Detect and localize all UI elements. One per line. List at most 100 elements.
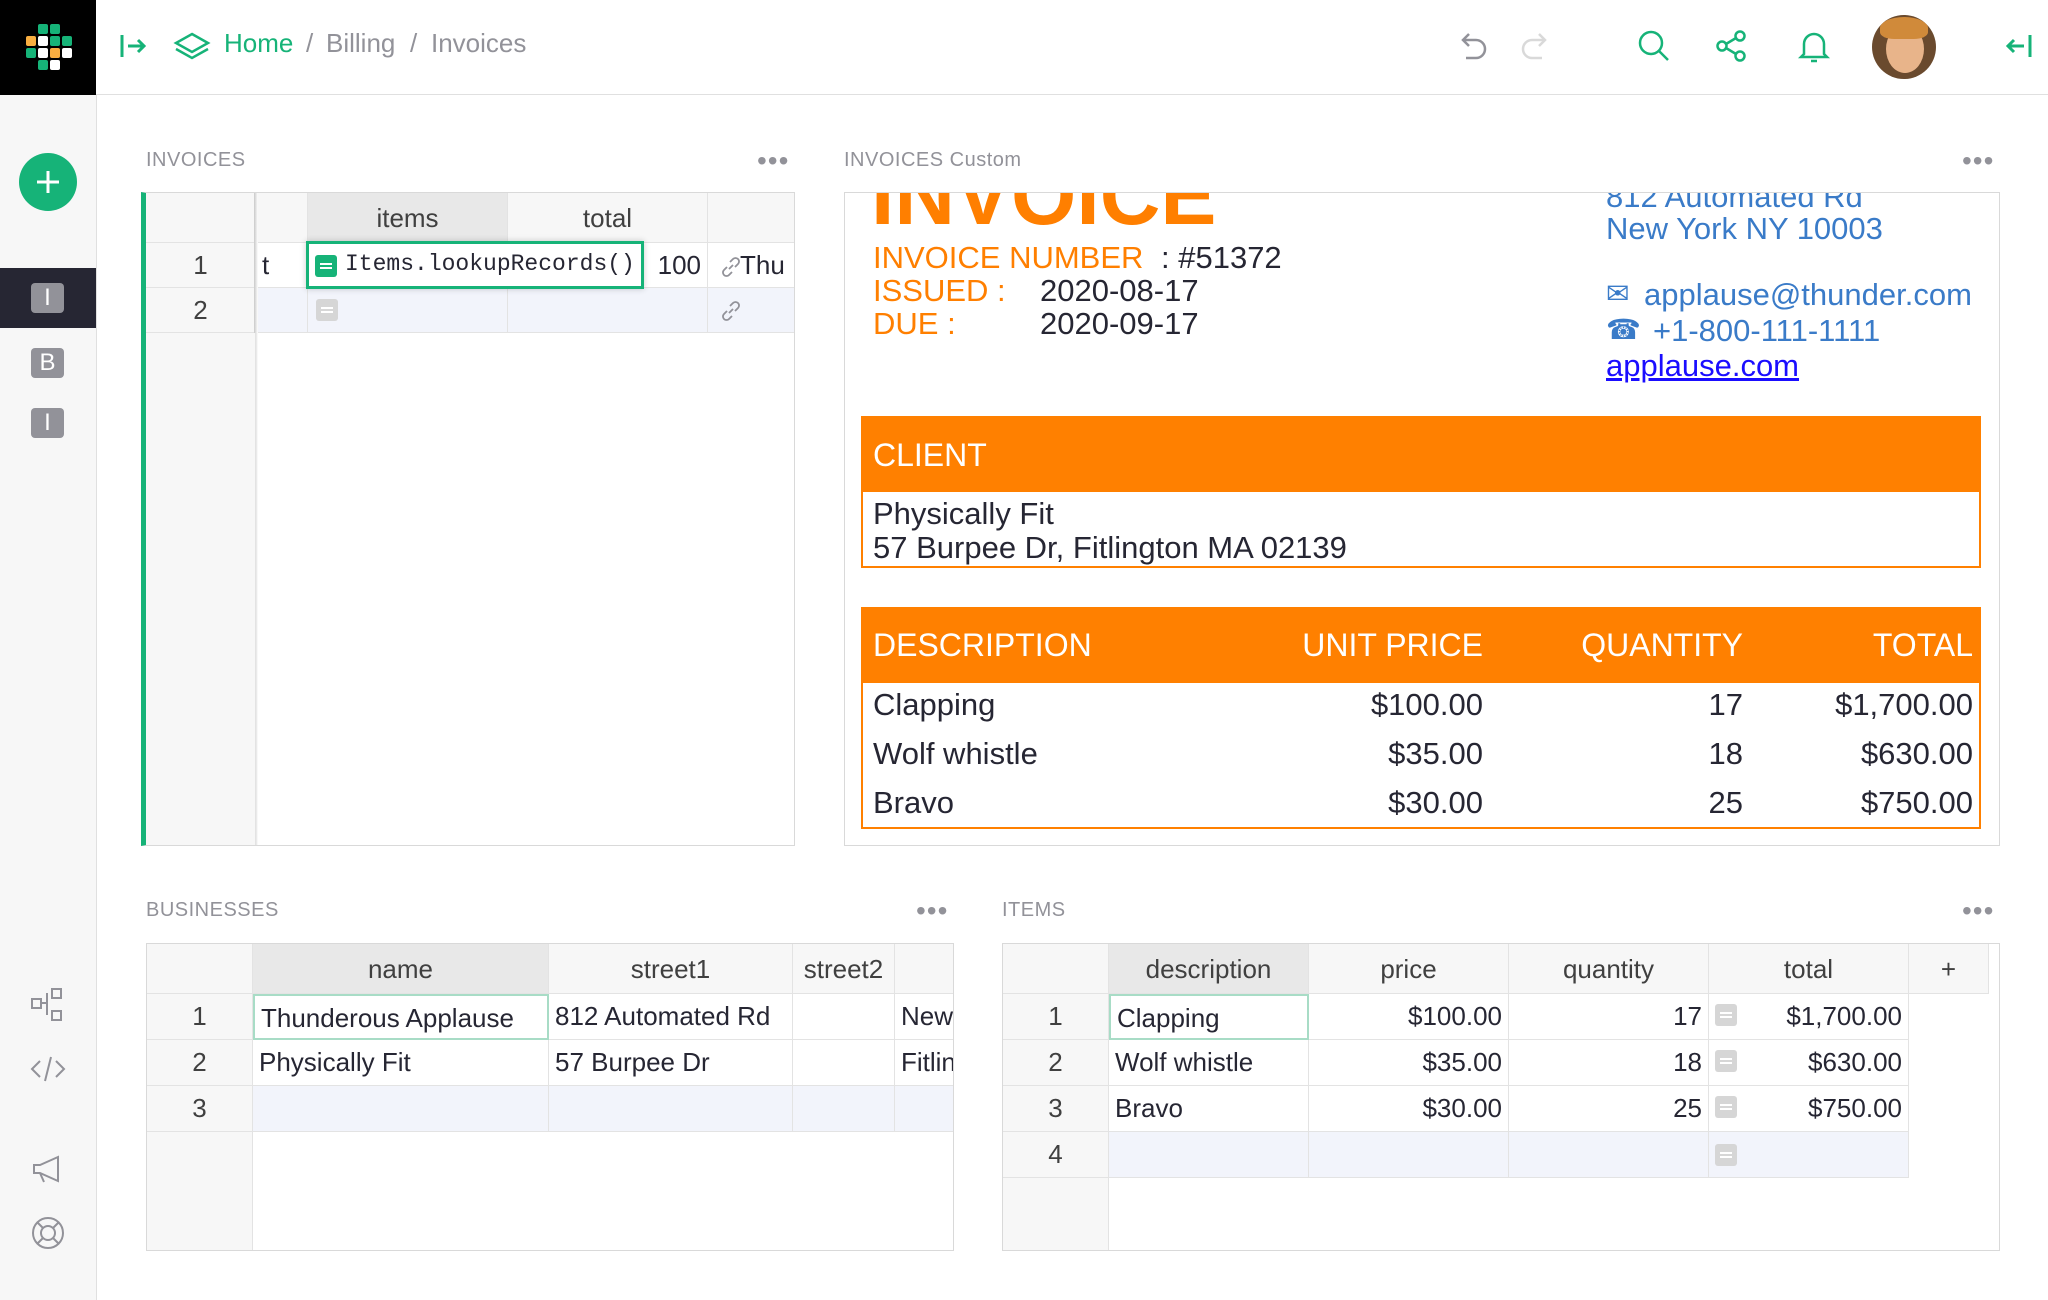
section-menu-button[interactable]: ••• [916,897,948,925]
formula-editor[interactable]: Items.lookupRecords() [306,241,644,289]
add-column-button[interactable]: + [1909,944,1989,994]
cell-street1[interactable] [549,1086,793,1132]
cell-quantity[interactable]: 25 [1509,1086,1709,1132]
line-total: $630.00 [1860,736,1973,771]
cell-total[interactable]: $1,700.00 [1709,994,1909,1040]
cell-city[interactable] [895,1086,953,1132]
breadcrumb-separator: / [306,28,314,58]
undo-icon[interactable] [1452,26,1492,66]
cell-items[interactable] [308,288,508,333]
header-unit-price: UNIT PRICE [1302,627,1483,663]
cell-quantity[interactable]: 18 [1509,1040,1709,1086]
page-item-businesses[interactable]: B [0,333,96,393]
cell-name[interactable] [253,1086,549,1132]
cell-street1[interactable]: 812 Automated Rd [549,994,793,1040]
app-logo[interactable] [0,0,96,95]
client-name: Physically Fit [873,496,1054,531]
cell[interactable]: t [256,243,308,288]
page-item-items[interactable]: I [0,393,96,453]
cell-name[interactable]: Physically Fit [253,1040,549,1086]
column-header[interactable] [256,193,308,243]
column-header-total[interactable]: total [1709,944,1909,994]
line-description: Bravo [873,785,954,820]
search-icon[interactable] [1634,26,1674,66]
row-number[interactable]: 3 [147,1086,253,1132]
column-header-city[interactable] [895,944,953,994]
breadcrumb-invoices[interactable]: Invoices [431,28,526,59]
row-number[interactable]: 1 [1003,994,1109,1040]
line-total: $1,700.00 [1835,687,1973,722]
cell-description[interactable]: Clapping [1109,994,1309,1040]
section-title-custom: INVOICES Custom [844,149,1022,171]
column-header-quantity[interactable]: quantity [1509,944,1709,994]
formula-icon [1715,1096,1737,1118]
row-number[interactable]: 3 [1003,1086,1109,1132]
cell-name[interactable]: Thunderous Applause [253,994,549,1040]
raw-data-icon[interactable] [28,985,68,1025]
cell-description[interactable]: Wolf whistle [1109,1040,1309,1086]
cell-street2[interactable] [793,1086,895,1132]
column-header-total[interactable]: total [508,193,708,243]
column-header-street2[interactable]: street2 [793,944,895,994]
row-number[interactable]: 1 [147,994,253,1040]
share-icon[interactable] [1712,26,1752,66]
row-number-column [147,1132,253,1250]
invoice-number: : #51372 [1161,240,1282,275]
column-header-name[interactable]: name [253,944,549,994]
expand-panel-icon[interactable] [114,26,154,66]
megaphone-icon[interactable] [28,1149,68,1189]
cell-street2[interactable] [793,1040,895,1086]
cell-total[interactable]: $630.00 [1709,1040,1909,1086]
breadcrumb-billing[interactable]: Billing [326,28,395,59]
line-unit-price: $30.00 [1388,785,1483,820]
redo-icon[interactable] [1516,26,1556,66]
row-number[interactable]: 2 [1003,1040,1109,1086]
cell-price[interactable]: $35.00 [1309,1040,1509,1086]
cell-description[interactable]: Bravo [1109,1086,1309,1132]
cell-street1[interactable]: 57 Burpee Dr [549,1040,793,1086]
column-header-description[interactable]: description [1109,944,1309,994]
cell-city[interactable]: New [895,994,953,1040]
cell-total[interactable]: $750.00 [1709,1086,1909,1132]
cell-city[interactable]: Fitlin [895,1040,953,1086]
cell-quantity[interactable] [1509,1132,1709,1178]
website-link[interactable]: applause.com [1606,348,1799,384]
invoices-grid[interactable]: items total 1 t 100 Thu 2 [141,192,795,846]
items-grid[interactable]: description price quantity total + 1 Cla… [1002,943,2000,1251]
section-menu-button[interactable]: ••• [757,147,789,175]
cell-description[interactable] [1109,1132,1309,1178]
add-new-button[interactable] [19,153,77,211]
cell-price[interactable]: $100.00 [1309,994,1509,1040]
page-initial: I [31,408,64,438]
column-header-items[interactable]: items [308,193,508,243]
row-number[interactable]: 4 [1003,1132,1109,1178]
section-title-businesses: BUSINESSES [146,899,279,921]
cell-quantity[interactable]: 17 [1509,994,1709,1040]
line-unit-price: $35.00 [1388,736,1483,771]
column-header[interactable] [708,193,794,243]
column-header-street1[interactable]: street1 [549,944,793,994]
cell-price[interactable] [1309,1132,1509,1178]
formula-input[interactable]: Items.lookupRecords() [345,251,635,277]
breadcrumb-separator: / [410,28,418,58]
row-number[interactable]: 2 [147,1040,253,1086]
breadcrumb-home[interactable]: Home [224,28,293,59]
row-number[interactable]: 2 [146,288,256,333]
cell[interactable] [256,288,308,333]
collapse-panel-icon[interactable] [1998,26,2038,66]
section-menu-button[interactable]: ••• [1962,897,1994,925]
cell-total[interactable] [1709,1132,1909,1178]
page-item-invoices[interactable]: I [0,268,96,328]
notifications-bell-icon[interactable] [1794,26,1834,66]
user-avatar[interactable] [1872,15,1936,79]
help-lifebuoy-icon[interactable] [28,1213,68,1253]
section-menu-button[interactable]: ••• [1962,147,1994,175]
row-number[interactable]: 1 [146,243,256,288]
code-view-icon[interactable] [28,1049,68,1089]
row-number-header [1003,944,1109,994]
cell-total[interactable] [508,288,708,333]
column-header-price[interactable]: price [1309,944,1509,994]
cell-street2[interactable] [793,994,895,1040]
cell-price[interactable]: $30.00 [1309,1086,1509,1132]
businesses-grid[interactable]: name street1 street2 1 Thunderous Applau… [146,943,954,1251]
